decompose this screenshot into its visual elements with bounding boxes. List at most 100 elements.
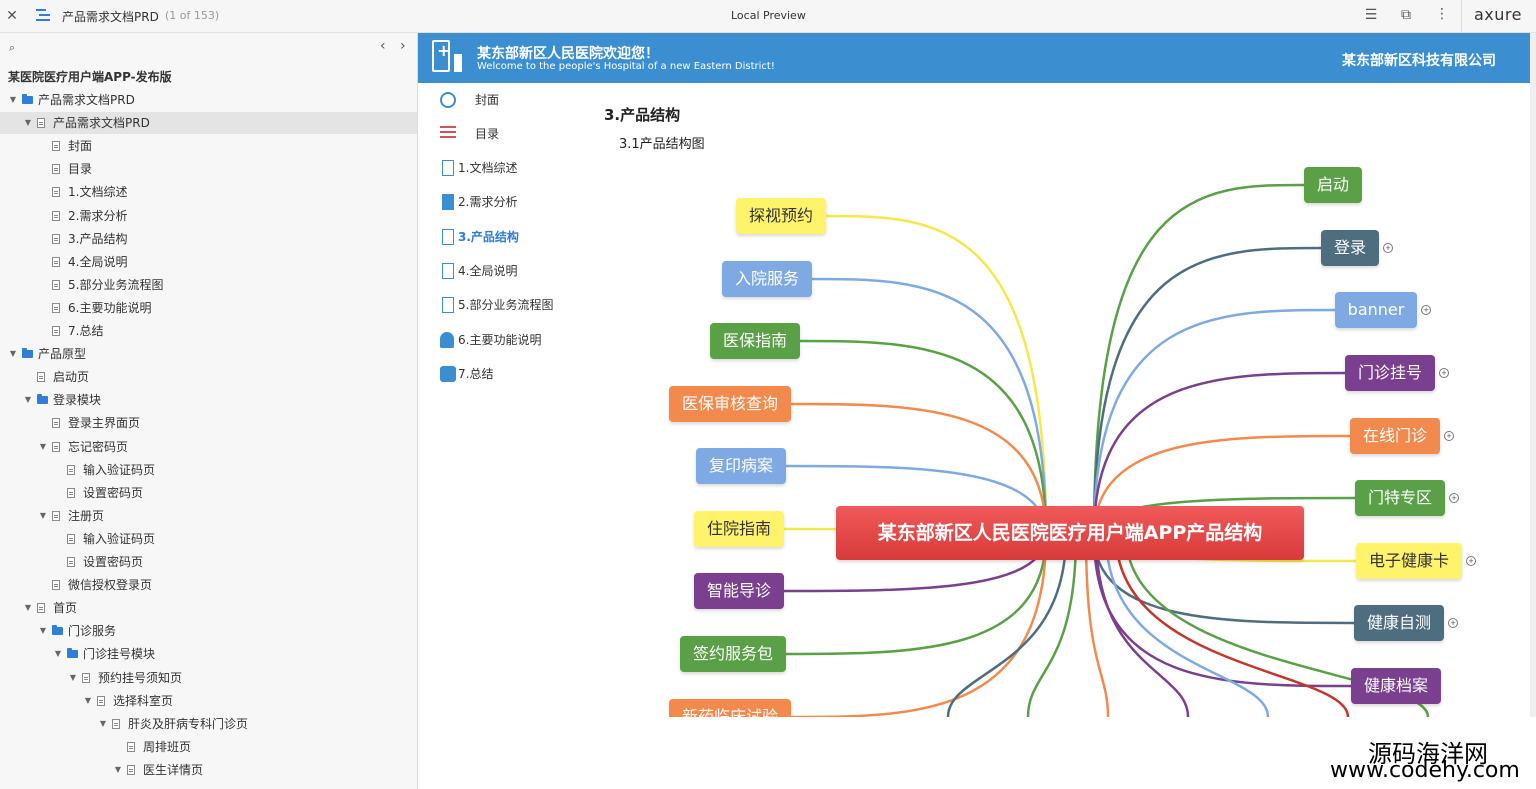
mindmap-topic[interactable]: 复印病案 xyxy=(696,448,786,484)
mindmap-topic[interactable]: 入院服务 xyxy=(722,261,812,297)
sitemap-item-label: 选择科室页 xyxy=(113,693,174,708)
page-icon xyxy=(37,603,45,614)
page-icon xyxy=(67,557,75,567)
mindmap-topic[interactable]: 启动 xyxy=(1304,167,1362,203)
prev-page-icon[interactable]: ‹ xyxy=(380,38,386,54)
banner-title: 某东部新区人民医院欢迎您！ xyxy=(477,46,659,62)
expand-plus-icon[interactable]: + xyxy=(1439,368,1449,378)
sitemap-page[interactable]: 2.需求分析 xyxy=(0,205,417,227)
sitemap-toggle-icon[interactable] xyxy=(36,9,50,21)
sitemap-page[interactable]: 设置密码页 xyxy=(0,551,417,573)
expand-plus-icon[interactable]: + xyxy=(1449,493,1459,503)
sitemap-page[interactable]: ▼ 首页 xyxy=(0,597,417,619)
sitemap-item-label: 门诊服务 xyxy=(68,624,117,639)
sitemap-page[interactable]: 输入验证码页 xyxy=(0,459,417,481)
sitemap-page[interactable]: 4.全局说明 xyxy=(0,251,417,273)
nav-item-label: 目录 xyxy=(475,127,500,141)
expand-arrow-icon[interactable]: ▼ xyxy=(53,643,63,665)
more-options-icon[interactable]: ⋮ xyxy=(1434,6,1450,22)
page-icon xyxy=(37,372,45,383)
expand-plus-icon[interactable]: + xyxy=(1383,243,1393,253)
sitemap-folder[interactable]: ▼ 产品原型 xyxy=(0,343,417,365)
sitemap-page[interactable]: 微信授权登录页 xyxy=(0,574,417,596)
sitemap-item-label: 输入验证码页 xyxy=(83,531,156,546)
sitemap-page[interactable]: ▼ 注册页 xyxy=(0,505,417,527)
expand-arrow-icon[interactable]: ▼ xyxy=(38,436,48,458)
sitemap-item-label: 2.需求分析 xyxy=(68,208,128,223)
mindmap-topic[interactable]: 登录 xyxy=(1321,230,1379,266)
sitemap-page[interactable]: 登录主界面页 xyxy=(0,412,417,434)
expand-arrow-icon[interactable]: ▼ xyxy=(23,112,33,134)
sitemap-page[interactable]: 5.部分业务流程图 xyxy=(0,274,417,296)
sitemap-page[interactable]: ▼ 产品需求文档PRD xyxy=(0,112,417,135)
sitemap-page[interactable]: ▼ 选择科室页 xyxy=(0,690,417,712)
sitemap-panel: ⌕ ‹ › 某医院医疗用户端APP-发布版 ▼ 产品需求文档PRD ▼ 产品需求文档P… xyxy=(0,33,418,789)
mindmap-topic[interactable]: banner xyxy=(1335,292,1417,328)
sitemap-page[interactable]: ▼ 忘记密码页 xyxy=(0,436,417,458)
sitemap-search-input[interactable] xyxy=(24,38,364,56)
notes-icon[interactable]: ☰ xyxy=(1363,7,1379,23)
nav-item-label: 封面 xyxy=(475,93,500,107)
sitemap-page[interactable]: ▼ 预约挂号须知页 xyxy=(0,667,417,689)
watermark-url: www.codehy.com xyxy=(1330,758,1520,783)
search-icon[interactable]: ⌕ xyxy=(9,41,15,55)
sitemap-item-label: 3.产品结构 xyxy=(68,231,128,246)
mindmap-topic[interactable]: 住院指南 xyxy=(694,511,784,547)
sitemap-page[interactable]: 输入验证码页 xyxy=(0,528,417,550)
mindmap-topic[interactable]: 在线门诊 xyxy=(1350,418,1440,454)
folder-icon xyxy=(67,648,78,659)
preview-bottom-area xyxy=(0,717,1536,789)
nav-item[interactable]: 封面 xyxy=(440,89,600,111)
mindmap-topic[interactable]: 门诊挂号 xyxy=(1345,355,1435,391)
sitemap-page[interactable]: 设置密码页 xyxy=(0,482,417,504)
sitemap-item-label: 产品需求文档PRD xyxy=(53,116,150,131)
page-icon xyxy=(67,487,75,498)
expand-plus-icon[interactable]: + xyxy=(1466,556,1476,566)
mindmap-connector xyxy=(946,534,1068,717)
sitemap-page[interactable]: 封面 xyxy=(0,135,417,157)
sitemap-page[interactable]: 6.主要功能说明 xyxy=(0,297,417,319)
mindmap-topic[interactable]: 医保指南 xyxy=(710,323,800,359)
mindmap-topic[interactable]: 健康档案 xyxy=(1351,668,1441,704)
section-heading: 3.产品结构 xyxy=(604,106,681,124)
mindmap-topic[interactable]: 签约服务包 xyxy=(680,636,786,672)
expand-arrow-icon[interactable]: ▼ xyxy=(8,343,18,365)
expand-arrow-icon[interactable]: ▼ xyxy=(8,89,18,111)
page-counter: (1 of 153) xyxy=(165,9,220,22)
sitemap-page[interactable]: 启动页 xyxy=(0,366,417,388)
sitemap-folder[interactable]: ▼ 登录模块 xyxy=(0,389,417,411)
sitemap-item-label: 门诊挂号模块 xyxy=(83,647,156,662)
expand-arrow-icon[interactable]: ▼ xyxy=(68,667,78,689)
sitemap-page[interactable]: 1.文档综述 xyxy=(0,181,417,203)
sitemap-page[interactable]: 目录 xyxy=(0,158,417,180)
mindmap-topic[interactable]: 探视预约 xyxy=(736,198,826,234)
list-icon xyxy=(440,126,456,140)
mindmap-central-topic[interactable]: 某东部新区人民医院医疗用户端APP产品结构 xyxy=(836,506,1304,560)
expand-arrow-icon[interactable]: ▼ xyxy=(23,389,33,411)
expand-arrow-icon[interactable]: ▼ xyxy=(23,597,33,619)
expand-plus-icon[interactable]: + xyxy=(1421,305,1431,315)
preview-scrollbar[interactable] xyxy=(1530,33,1536,717)
nav-item[interactable]: 目录 xyxy=(440,123,600,145)
close-icon[interactable]: ✕ xyxy=(4,8,20,24)
expand-plus-icon[interactable]: + xyxy=(1444,431,1454,441)
expand-plus-icon[interactable]: + xyxy=(1448,618,1458,628)
sitemap-page[interactable]: 3.产品结构 xyxy=(0,228,417,250)
mindmap-topic[interactable]: 健康自测 xyxy=(1354,605,1444,641)
mindmap-topic[interactable]: 门特专区 xyxy=(1355,480,1445,516)
sitemap-folder[interactable]: ▼ 门诊服务 xyxy=(0,620,417,642)
mindmap-topic[interactable]: 电子健康卡 xyxy=(1356,543,1462,579)
expand-arrow-icon[interactable]: ▼ xyxy=(38,505,48,527)
page-icon xyxy=(52,256,60,267)
mindmap-topic[interactable]: 智能导诊 xyxy=(694,573,784,609)
mindmap-topic[interactable]: 新药临床试验 xyxy=(669,699,791,717)
expand-arrow-icon[interactable]: ▼ xyxy=(83,690,93,712)
sitemap-folder[interactable]: ▼ 产品需求文档PRD xyxy=(0,89,417,111)
mindmap-topic[interactable]: 医保审核查询 xyxy=(669,386,791,422)
sitemap-page[interactable]: 7.总结 xyxy=(0,320,417,342)
hospital-logo-bar xyxy=(454,54,462,72)
adaptive-view-icon[interactable]: ⧉ xyxy=(1398,7,1414,23)
sitemap-folder[interactable]: ▼ 门诊挂号模块 xyxy=(0,643,417,665)
next-page-icon[interactable]: › xyxy=(400,38,406,54)
expand-arrow-icon[interactable]: ▼ xyxy=(38,620,48,642)
